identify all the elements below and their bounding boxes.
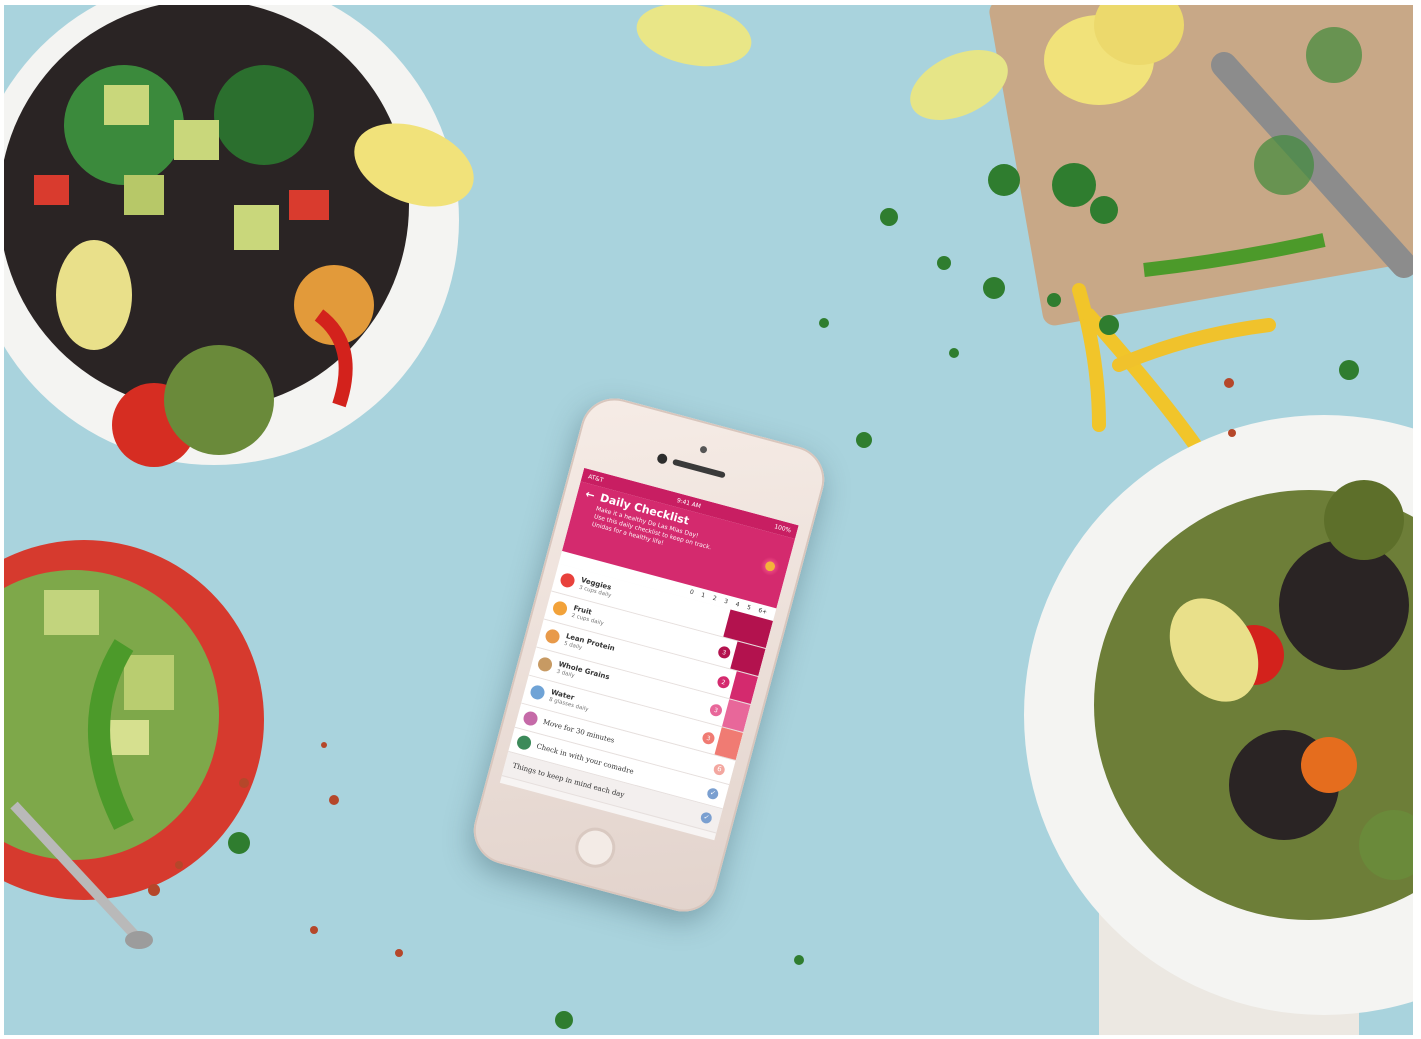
lime-wedge <box>636 5 752 67</box>
checkmark-icon[interactable]: ✓ <box>706 786 720 800</box>
checkmark-icon[interactable]: ✓ <box>699 810 714 825</box>
scale-label: 4 <box>734 600 741 609</box>
carrier-label: AT&T <box>587 472 605 484</box>
heart-icon <box>515 734 533 752</box>
task-count-badge[interactable]: 6 <box>712 762 727 776</box>
photo-scene: AT&T 9:41 AM 100% ← Daily Checklist Make… <box>4 5 1413 1035</box>
serving-count-badge[interactable]: 3 <box>701 730 716 746</box>
salad-plate-right <box>1024 415 1413 1015</box>
scale-label: 5 <box>746 603 752 612</box>
serving-count-badge[interactable]: 3 <box>708 702 724 718</box>
chicken-icon <box>543 627 562 645</box>
scale-label: 1 <box>700 591 706 600</box>
serving-count-badge[interactable]: 2 <box>716 674 731 690</box>
orange-icon <box>551 599 569 617</box>
battery-label: 100% <box>773 522 792 534</box>
scale-label: 2 <box>711 594 718 603</box>
salad-bowl-bottom-left <box>4 540 264 949</box>
scale-label: 0 <box>688 588 695 597</box>
running-icon <box>521 709 540 728</box>
bread-icon <box>536 655 554 673</box>
serving-count-badge[interactable]: 3 <box>716 645 732 660</box>
flower-icon <box>756 552 784 580</box>
arrow-left-icon[interactable]: ← <box>584 487 596 502</box>
cutting-board <box>989 5 1413 326</box>
salad-plate-top-left <box>4 5 474 467</box>
glass-icon <box>528 683 547 701</box>
tomato-icon <box>558 571 577 589</box>
scale-label: 6+ <box>757 606 768 616</box>
scale-label: 3 <box>723 597 729 606</box>
